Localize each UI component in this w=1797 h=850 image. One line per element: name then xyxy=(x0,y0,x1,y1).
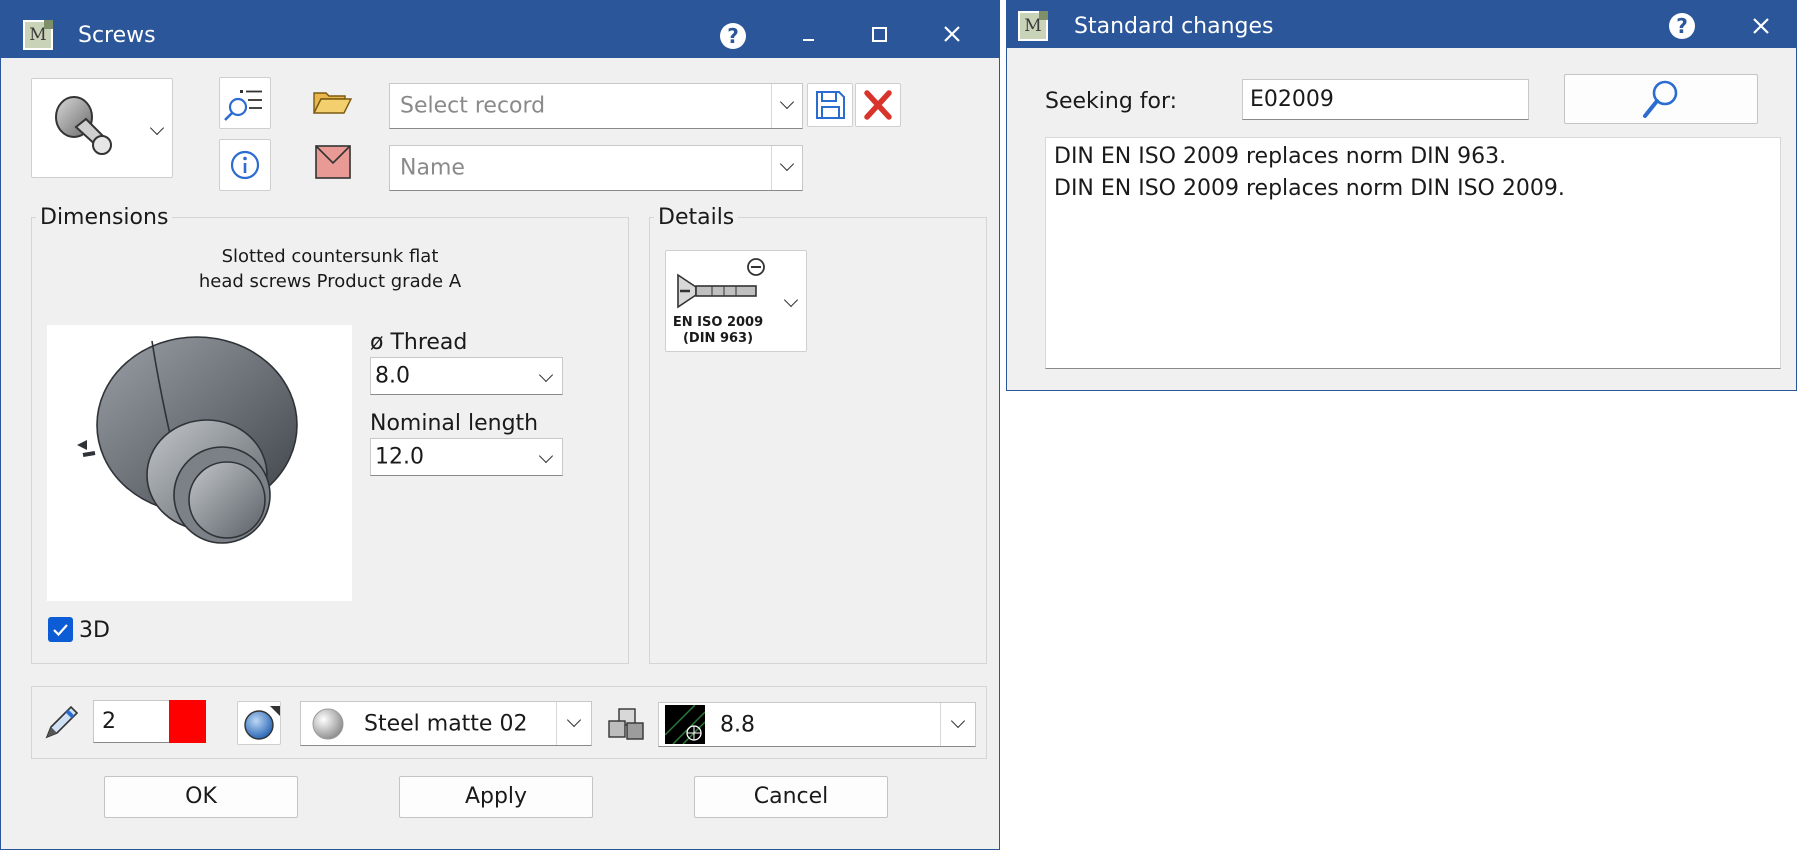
screws-window: M Screws ? Select record Name Dimensions… xyxy=(0,0,1000,850)
result-line-1: DIN EN ISO 2009 replaces norm DIN 963. xyxy=(1054,144,1507,169)
result-line-2: DIN EN ISO 2009 replaces norm DIN ISO 20… xyxy=(1054,176,1565,201)
checkbox-3d-label[interactable]: 3D xyxy=(79,618,110,643)
seeking-label: Seeking for: xyxy=(1045,89,1178,114)
nominal-length-value: 12.0 xyxy=(375,444,424,470)
chevron-down-icon xyxy=(783,292,799,308)
delete-button[interactable] xyxy=(855,83,901,127)
pencil-icon[interactable] xyxy=(39,701,83,745)
dimensions-group-label: Dimensions xyxy=(36,205,173,230)
thread-value: 8.0 xyxy=(375,363,410,389)
chevron-down-icon xyxy=(149,120,165,136)
select-record-dropdown[interactable] xyxy=(771,84,802,128)
material-combo[interactable]: Steel matte 02 xyxy=(300,701,592,746)
grade-value: 8.8 xyxy=(720,712,755,737)
name-combo[interactable]: Name xyxy=(389,145,803,191)
cancel-button[interactable]: Cancel xyxy=(694,776,888,818)
maximize-icon[interactable] xyxy=(863,17,897,51)
window-title: Standard changes xyxy=(1074,14,1274,39)
chevron-down-icon xyxy=(538,367,554,383)
app-icon: M xyxy=(23,20,53,50)
close-icon[interactable] xyxy=(1744,9,1778,43)
search-icon xyxy=(1643,80,1678,118)
description-line-2: head screws Product grade A xyxy=(198,271,462,292)
chevron-down-icon xyxy=(566,712,582,728)
help-icon[interactable]: ? xyxy=(720,23,746,49)
thread-combo[interactable]: 8.0 xyxy=(370,357,563,395)
window-title: Screws xyxy=(78,23,156,48)
help-icon[interactable]: ? xyxy=(1669,13,1695,39)
seeking-value: E02009 xyxy=(1250,87,1334,112)
grade-combo[interactable]: 8.8 xyxy=(658,702,976,747)
countersunk-screw-icon xyxy=(677,258,765,309)
chevron-down-icon xyxy=(950,713,966,729)
save-icon xyxy=(816,91,845,119)
line-width-value: 2 xyxy=(102,709,116,734)
material-value: Steel matte 02 xyxy=(364,711,528,736)
details-group-label: Details xyxy=(654,205,739,230)
results-list[interactable]: DIN EN ISO 2009 replaces norm DIN 963. D… xyxy=(1045,137,1781,369)
delete-icon xyxy=(864,90,892,120)
checkbox-3d[interactable] xyxy=(48,617,73,642)
material-dropdown[interactable] xyxy=(556,702,591,745)
close-icon[interactable] xyxy=(935,17,969,51)
line-color-swatch[interactable] xyxy=(169,700,206,743)
chevron-down-icon xyxy=(779,156,795,172)
save-button[interactable] xyxy=(807,83,853,127)
name-dropdown[interactable] xyxy=(771,146,802,190)
thread-label: ø Thread xyxy=(370,330,468,355)
hatch-pattern-icon xyxy=(664,704,706,745)
material-sphere-icon xyxy=(312,708,344,740)
info-button[interactable] xyxy=(219,139,271,191)
select-record-combo[interactable]: Select record xyxy=(389,83,803,129)
open-folder-icon[interactable] xyxy=(311,85,355,119)
standard-title-bar[interactable]: M Standard changes ? xyxy=(1007,1,1796,48)
screw-type-selector[interactable] xyxy=(31,78,173,178)
search-button[interactable] xyxy=(1564,74,1758,124)
info-icon xyxy=(230,150,260,180)
search-list-icon xyxy=(224,90,262,121)
name-placeholder: Name xyxy=(400,155,465,181)
standard-line-1: EN ISO 2009 xyxy=(672,315,764,330)
standard-line-2: (DIN 963) xyxy=(682,331,754,346)
ok-button[interactable]: OK xyxy=(104,776,298,818)
screw-icon xyxy=(55,96,112,155)
standard-selector[interactable]: EN ISO 2009 (DIN 963) xyxy=(665,250,807,352)
grade-dropdown[interactable] xyxy=(940,703,975,746)
screw-3d-preview[interactable] xyxy=(47,325,352,601)
description-line-1: Slotted countersunk flat xyxy=(221,246,439,267)
line-width-input[interactable]: 2 xyxy=(93,700,171,743)
search-list-button[interactable] xyxy=(219,77,271,129)
nominal-length-label: Nominal length xyxy=(370,411,539,436)
chevron-down-icon xyxy=(538,448,554,464)
nominal-length-combo[interactable]: 12.0 xyxy=(370,438,563,476)
sphere-render-icon xyxy=(244,706,280,740)
seeking-input[interactable]: E02009 xyxy=(1242,79,1529,120)
minimize-icon[interactable] xyxy=(791,17,825,51)
checkmark-icon xyxy=(53,624,68,637)
standard-changes-window: M Standard changes ? Seeking for: E02009… xyxy=(1006,0,1797,391)
render-preview-button[interactable] xyxy=(237,701,281,745)
chevron-down-icon xyxy=(779,94,795,110)
select-record-placeholder: Select record xyxy=(400,93,546,119)
mail-icon[interactable] xyxy=(313,143,353,181)
apply-button[interactable]: Apply xyxy=(399,776,593,818)
stacked-cubes-icon[interactable] xyxy=(605,703,649,747)
screws-title-bar[interactable]: M Screws ? xyxy=(1,1,999,58)
app-icon: M xyxy=(1018,11,1048,41)
